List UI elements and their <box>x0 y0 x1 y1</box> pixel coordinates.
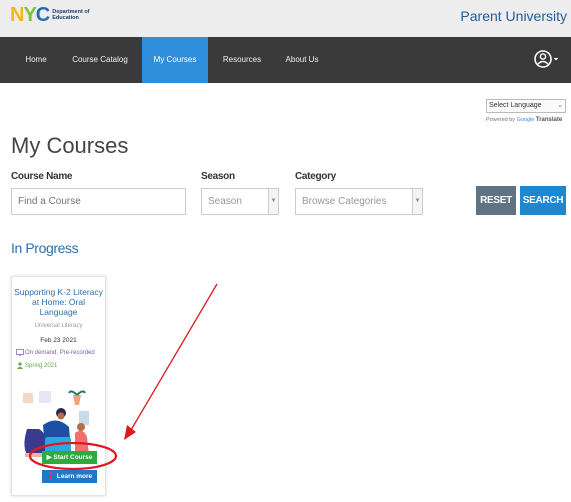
search-button[interactable]: SEARCH <box>520 186 566 215</box>
learn-more-button[interactable]: ❓ Learn more <box>42 470 97 483</box>
logo-nyc: NYC <box>10 3 50 26</box>
annotation-arrowhead <box>124 425 136 440</box>
course-name-label: Course Name <box>11 171 73 182</box>
chevron-down-icon: ⌄ <box>557 102 563 109</box>
nav-course-catalog[interactable]: Course Catalog <box>68 37 132 83</box>
chevron-down-icon: ▼ <box>268 189 278 214</box>
chevron-down-icon: ▼ <box>412 189 422 214</box>
course-category: Universal Literacy <box>34 323 83 329</box>
language-select-label: Select Language <box>489 102 542 109</box>
course-season: Spring 2021 <box>16 362 57 369</box>
main-nav: Home Course Catalog My Courses Resources… <box>0 37 571 83</box>
nyc-doe-logo[interactable]: NYC Department of Education <box>10 3 90 27</box>
user-circle-icon[interactable] <box>531 46 559 74</box>
nav-my-courses[interactable]: My Courses <box>142 37 208 83</box>
course-date: Feb 23 2021 <box>40 337 77 344</box>
reset-button[interactable]: RESET <box>476 186 516 215</box>
course-name-input[interactable] <box>11 188 186 215</box>
powered-by-google: Powered by Google Translate <box>486 117 563 123</box>
annotation-arrow-line <box>130 283 218 431</box>
course-format: On demand, Pre-recorded <box>16 349 95 356</box>
language-select[interactable]: Select Language ⌄ <box>486 99 566 113</box>
start-course-button[interactable]: ▶ Start Course <box>42 451 97 464</box>
season-label: Season <box>201 171 235 182</box>
brand-title[interactable]: Parent University <box>460 8 567 24</box>
nav-about-us[interactable]: About Us <box>280 37 324 83</box>
nav-resources[interactable]: Resources <box>218 37 266 83</box>
category-select-value: Browse Categories <box>302 196 387 207</box>
category-label: Category <box>295 171 336 182</box>
season-select-value: Season <box>208 196 242 207</box>
category-select[interactable]: Browse Categories ▼ <box>295 188 423 215</box>
course-title[interactable]: Supporting K-2 Literacy at Home: Oral La… <box>12 287 105 317</box>
logo-text: Department of Education <box>52 9 90 21</box>
page-title: My Courses <box>11 133 129 158</box>
season-select[interactable]: Season ▼ <box>201 188 279 215</box>
course-card: Supporting K-2 Literacy at Home: Oral La… <box>11 276 106 496</box>
monitor-icon <box>16 349 24 356</box>
section-in-progress: In Progress <box>11 240 79 256</box>
person-icon <box>17 362 23 369</box>
top-bar: NYC Department of Education Parent Univer… <box>0 0 571 37</box>
nav-home[interactable]: Home <box>18 37 54 83</box>
